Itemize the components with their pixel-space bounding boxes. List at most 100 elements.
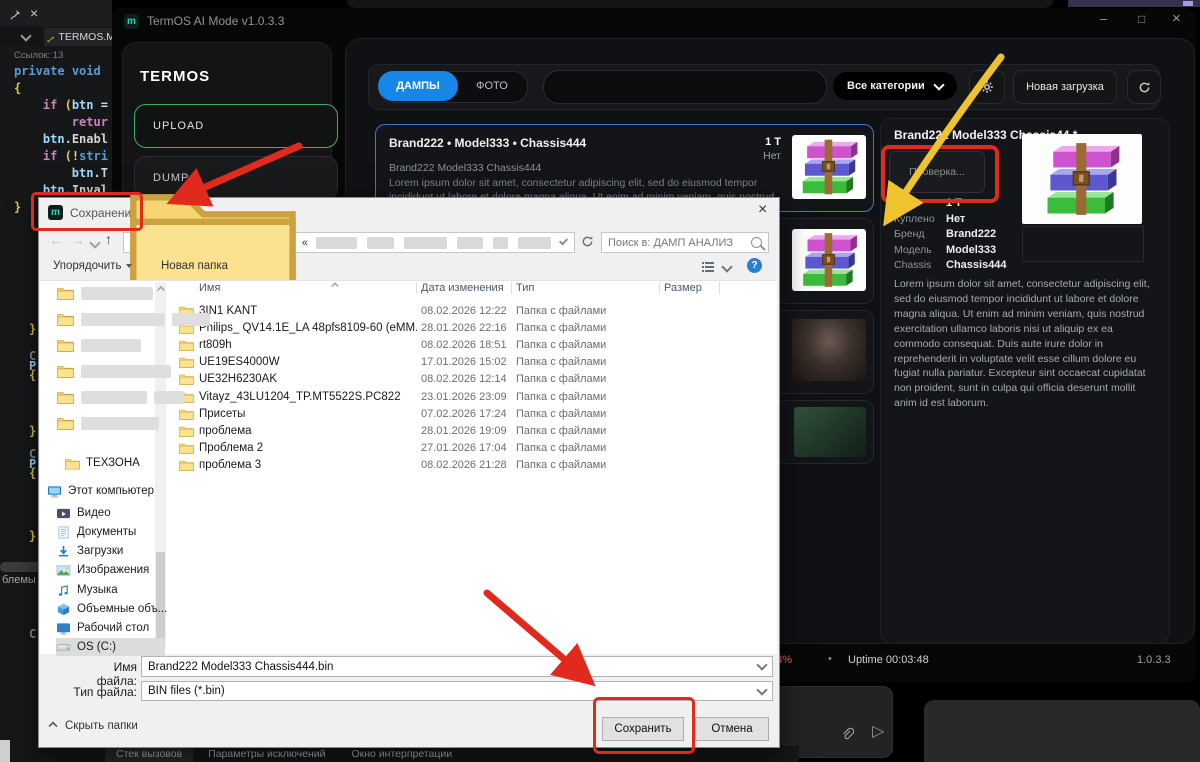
code-line: if (!stri (42, 149, 108, 163)
card-thumbnail-archive (792, 229, 866, 291)
window-title: TermOS AI Mode v1.0.3.3 (147, 14, 285, 28)
organize-menu[interactable]: Упорядочить (53, 260, 133, 272)
dialog-logo: m (48, 205, 63, 220)
card-thumbnail-photo (794, 407, 866, 457)
file-row[interactable]: проблема 28.01.2026 19:09 Папка с файлами (173, 422, 773, 439)
editor-tab-termos[interactable]: TERMOS.M (44, 28, 115, 46)
check-button[interactable]: Проверка... (889, 151, 985, 193)
codelens-references[interactable]: Ссылок: 13 (14, 50, 112, 61)
pin-icon[interactable] (9, 8, 22, 21)
help-icon[interactable]: ? (747, 258, 762, 273)
new-upload-label: Новая загрузка (1026, 81, 1104, 93)
card-bought: Нет (763, 150, 781, 162)
chevron-down-icon (756, 659, 768, 671)
filetype-value: BIN files (*.bin) (148, 685, 225, 697)
nav-item-музыка[interactable]: Музыка (56, 581, 165, 599)
bottom-tab-1[interactable]: Стек вызовов (105, 746, 194, 762)
card-price: 1 Т (765, 136, 781, 148)
forward-icon[interactable]: → (71, 232, 85, 248)
file-row[interactable]: Проблема 2 27.01.2026 17:04 Папка с файлам… (173, 440, 773, 457)
path-prefix: « (301, 236, 308, 249)
settings-button[interactable] (969, 70, 1005, 104)
nav-item-загрузки[interactable]: Загрузки (56, 542, 165, 560)
dialog-close-icon[interactable]: × (758, 201, 767, 219)
nav-item-документы[interactable]: Документы (56, 523, 165, 541)
bottom-tab-3[interactable]: Окно интерпретации (341, 746, 464, 762)
code-fragment: С (29, 627, 37, 641)
file-row[interactable]: Vitayz_43LU1204_TP.MT5522S.PC822 23.01.20… (173, 388, 773, 405)
window-close-icon[interactable]: × (1172, 10, 1181, 27)
nav-item-этот-компьютер[interactable]: Этот компьютер (47, 482, 165, 500)
nav-item-os-c-[interactable]: OS (C:) (56, 638, 165, 656)
censored-path-segment (403, 236, 447, 249)
file-row[interactable]: проблема 3 08.02.2026 21:28 Папка с файлам… (173, 457, 773, 474)
file-row[interactable]: rt809h 08.02.2026 18:51 Папка с файлами (173, 336, 773, 353)
upload-button[interactable]: UPLOAD (134, 104, 338, 148)
nav-item-рабочий-стол[interactable]: Рабочий стол (56, 619, 165, 637)
up-icon[interactable]: ↑ (105, 231, 112, 247)
column-size[interactable]: Размер (660, 282, 720, 294)
chevron-down-icon[interactable] (89, 237, 101, 249)
file-row[interactable]: Присеты 07.02.2026 17:24 Папка с файлами (173, 405, 773, 422)
censored-nav-item (57, 416, 159, 430)
send-icon[interactable]: ▷ (872, 721, 884, 741)
detail-specs: Цена 1 Т Куплено Нет Бренд Brand222 Модель Mode… (894, 196, 1154, 274)
card-thumbnail-photo (792, 319, 866, 381)
censored-nav-item (57, 390, 184, 404)
new-folder-button[interactable]: Новая папка (161, 260, 228, 272)
file-row[interactable]: Philips_ QV14.1E_LA 48pfs8109-60 (eMM...… (173, 319, 773, 336)
nav-item-объемные-объ-[interactable]: Объемные объ... (56, 600, 167, 618)
filename-label: Имя файла: (96, 660, 137, 688)
close-icon[interactable]: × (30, 5, 38, 21)
maximize-icon[interactable]: □ (1138, 12, 1145, 26)
attach-icon[interactable] (840, 727, 855, 741)
view-mode-icon[interactable] (701, 260, 715, 272)
file-list: 3IN1 KANT 08.02.2026 12:22 Папка с файлами… (173, 302, 773, 474)
chevron-down-icon (933, 78, 945, 91)
tab-photo[interactable]: ФОТО (458, 71, 526, 101)
card-title: Brand222 • Model333 • Chassis444 (389, 136, 587, 150)
cancel-button[interactable]: Отмена (695, 717, 769, 741)
code-block[interactable]: private void { if (btn = retur btn.Enabl… (14, 63, 112, 216)
new-upload-button[interactable]: Новая загрузка (1013, 70, 1117, 104)
status-separator: • (828, 653, 832, 665)
chevron-down-icon[interactable] (558, 236, 569, 246)
chevron-up-icon (48, 721, 58, 731)
filetype-label: Тип файла: (73, 685, 137, 699)
tab-dumps[interactable]: ДАМПЫ (378, 71, 458, 101)
back-icon[interactable]: ← (49, 232, 63, 248)
nav-item-изображения[interactable]: Изображения (56, 561, 165, 579)
video-icon (56, 507, 71, 520)
refresh-button[interactable] (1127, 70, 1161, 104)
code-line: btn.Enabl (42, 132, 108, 146)
column-name[interactable]: Имя (199, 282, 417, 294)
status-uptime: Uptime 00:03:48 (848, 654, 929, 666)
hide-folders-button[interactable]: Скрыть папки (48, 720, 138, 732)
file-row[interactable]: 3IN1 KANT 08.02.2026 12:22 Папка с файлами (173, 302, 773, 319)
nav-item-техзона[interactable]: ТЕХЗОНА (65, 454, 165, 472)
background-window-top (347, 0, 1053, 8)
search-input[interactable] (543, 70, 827, 104)
column-date[interactable]: Дата изменения (417, 282, 512, 294)
category-dropdown[interactable]: Все категории (833, 72, 957, 100)
scroll-up-icon[interactable] (157, 286, 165, 294)
termos-logo: m (124, 13, 139, 29)
filename-input[interactable]: Brand222 Model333 Chassis444.bin (141, 656, 773, 677)
app-brand: TERMOS (140, 68, 211, 85)
refresh-icon[interactable] (581, 235, 594, 248)
filetype-select[interactable]: BIN files (*.bin) (141, 681, 773, 701)
chevron-down-icon[interactable] (721, 261, 733, 273)
save-button[interactable]: Сохранить (602, 717, 684, 741)
dialog-search-box[interactable]: Поиск в: ДАМП АНАЛИЗ (601, 232, 769, 253)
file-row[interactable]: UE19ES4000W 17.01.2026 15:02 Папка с файла… (173, 354, 773, 371)
address-bar[interactable]: « (123, 193, 575, 310)
music-icon (56, 584, 71, 597)
nav-item-видео[interactable]: Видео (56, 504, 165, 522)
search-icon (751, 237, 762, 248)
code-line: btn.T (71, 166, 108, 180)
file-row[interactable]: UE32H6230AK 08.02.2026 12:14 Папка с файла… (173, 371, 773, 388)
column-type[interactable]: Тип (512, 282, 660, 294)
bottom-tab-2[interactable]: Параметры исключений (197, 746, 336, 762)
minimize-icon[interactable]: – (1100, 11, 1107, 26)
chevron-down-icon (756, 683, 768, 696)
